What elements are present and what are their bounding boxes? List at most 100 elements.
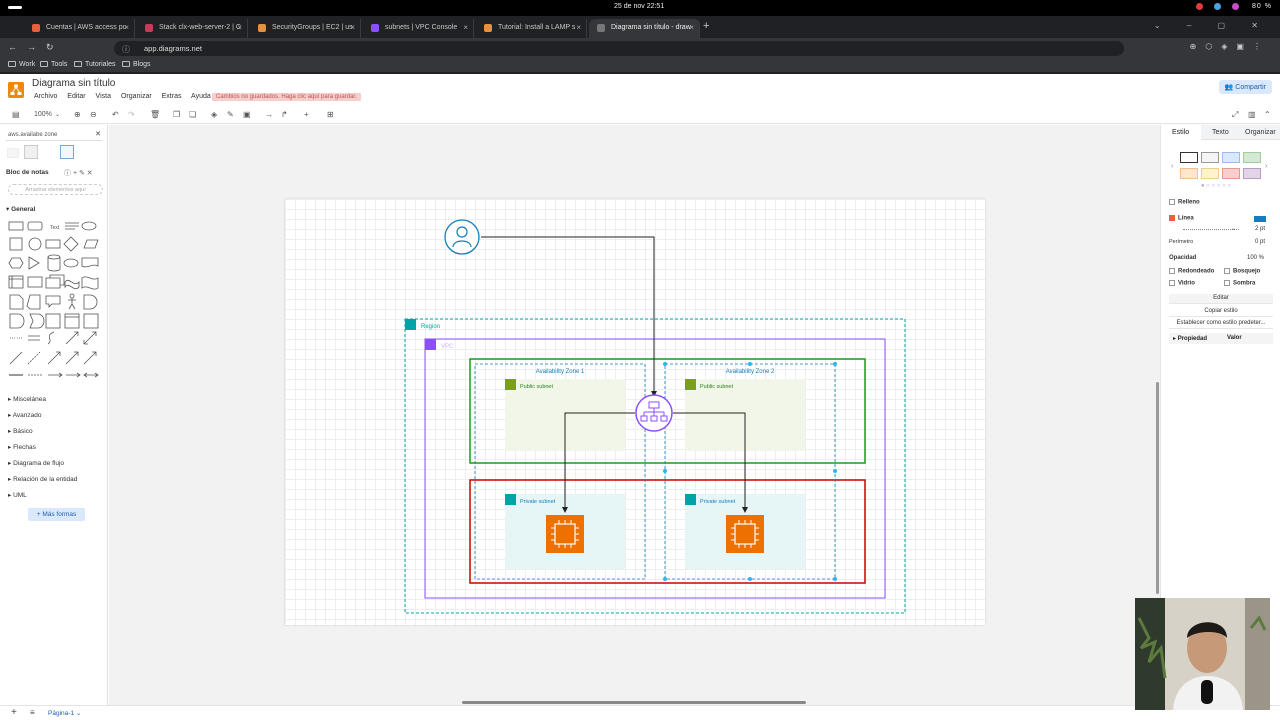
style-swatch[interactable] <box>1201 152 1219 163</box>
bookmark-folder[interactable]: Work <box>8 61 35 68</box>
sketch-option[interactable]: Bosquejo <box>1224 268 1260 275</box>
scratchpad-dropzone[interactable]: Arrastrar elementos aquí <box>8 184 103 195</box>
activities-button[interactable] <box>8 6 22 9</box>
browser-tab[interactable]: SecurityGroups | EC2 | us × <box>250 19 361 38</box>
page-tab[interactable]: Página-1 ⌄ <box>48 709 81 717</box>
region-group[interactable] <box>404 318 906 614</box>
copy-style-button[interactable]: Copiar estilo <box>1169 307 1273 317</box>
fullscreen-icon[interactable]: ⤢ <box>1232 110 1238 120</box>
browser-tab[interactable]: subnets | VPC Console × <box>363 19 474 38</box>
tab-text[interactable]: Texto <box>1212 129 1229 136</box>
style-swatch[interactable] <box>1243 168 1261 179</box>
line-width-input[interactable]: 2 pt <box>1255 226 1265 232</box>
undo-icon[interactable]: ↶ <box>112 110 119 119</box>
to-front-icon[interactable]: ❐ <box>173 110 180 119</box>
window-controls[interactable]: ⌄ – ▢ ✕ <box>1154 21 1270 30</box>
close-tab-icon[interactable]: × <box>124 23 129 32</box>
shadow-icon[interactable]: ▣ <box>243 110 251 119</box>
category-flowchart[interactable]: ▸ Diagrama de flujo <box>8 459 64 467</box>
close-tab-icon[interactable]: × <box>689 23 694 32</box>
style-swatch[interactable] <box>1222 152 1240 163</box>
style-swatch[interactable] <box>1180 152 1198 163</box>
add-page-icon[interactable]: + <box>11 707 17 718</box>
horizontal-scrollbar[interactable] <box>462 701 806 704</box>
unsaved-changes-notice[interactable]: Cambios no guardados. Haga clic aquí par… <box>212 93 361 101</box>
menu-file[interactable]: Archivo <box>34 93 57 100</box>
diagram-drawing[interactable]: Region VPC Availability Zone 1 Availabil… <box>285 199 985 625</box>
connectors[interactable] <box>481 236 746 511</box>
browser-tab[interactable]: Cuentas | AWS access po × <box>24 19 135 38</box>
new-tab-button[interactable]: + <box>703 20 709 32</box>
properties-header[interactable]: ▸ Propiedad Valor <box>1169 333 1273 344</box>
menu-view[interactable]: Vista <box>96 93 111 100</box>
search-result-shape[interactable] <box>7 148 19 158</box>
chevron-down-icon[interactable]: ⌄ <box>55 111 60 118</box>
menu-help[interactable]: Ayuda <box>191 93 211 100</box>
more-shapes-button[interactable]: + Más formas <box>28 508 85 521</box>
table-icon[interactable]: ⊞ <box>327 110 334 119</box>
zoom-out-icon[interactable]: ⊖ <box>90 110 97 119</box>
category-er[interactable]: ▸ Relación de la entidad <box>8 475 77 483</box>
category-uml[interactable]: ▸ UML <box>8 491 27 499</box>
user-icon[interactable] <box>444 219 480 255</box>
zoom-select[interactable]: 100% <box>34 111 52 118</box>
redo-icon[interactable]: ↷ <box>128 110 135 119</box>
edit-style-button[interactable]: Editar <box>1169 294 1273 304</box>
document-title[interactable]: Diagrama sin título <box>32 78 115 89</box>
category-advanced[interactable]: ▸ Avanzado <box>8 411 42 419</box>
bookmark-folder[interactable]: Tools <box>40 61 67 68</box>
search-result-shape[interactable] <box>24 145 38 159</box>
browser-tab-active[interactable]: Diagrama sin título - draw × <box>589 19 700 38</box>
general-shapes-grid[interactable]: Text <box>8 218 100 380</box>
waypoints-icon[interactable]: ↱ <box>281 110 288 119</box>
opacity-input[interactable]: 100 % <box>1247 255 1264 261</box>
format-panel-toggle-icon[interactable]: ▤ <box>12 110 20 119</box>
tab-style[interactable]: Estilo <box>1172 129 1189 136</box>
set-default-style-button[interactable]: Establecer como estilo predeter... <box>1169 319 1273 329</box>
shape-search-input[interactable]: aws.availabe zone ✕ <box>6 130 102 141</box>
swatch-pager-dots[interactable]: ● ○ ○ ○ ○ ○ <box>1201 183 1231 189</box>
line-option[interactable]: Línea <box>1169 215 1194 222</box>
shadow-checkbox[interactable] <box>1224 280 1230 286</box>
scratchpad-header[interactable]: Bloc de notas <box>6 169 49 176</box>
bookmark-folder[interactable]: Blogs <box>122 61 151 68</box>
extensions-icons[interactable]: ⊕⬡◈▣⋮ <box>1190 42 1270 51</box>
browser-tab[interactable]: Stack clx-web-server-2 | C × <box>137 19 248 38</box>
search-result-shape[interactable] <box>60 145 74 159</box>
fill-checkbox[interactable] <box>1169 199 1175 205</box>
chevron-down-icon[interactable]: ⌄ <box>1231 225 1236 232</box>
vpc-group[interactable] <box>424 338 886 599</box>
category-arrows[interactable]: ▸ Flechas <box>8 443 36 451</box>
rounded-option[interactable]: Redondeado <box>1169 268 1214 275</box>
bookmark-folder[interactable]: Tutoriales <box>74 61 115 68</box>
glass-checkbox[interactable] <box>1169 280 1175 286</box>
style-swatch[interactable] <box>1243 152 1261 163</box>
ec2-instance-icon[interactable] <box>546 515 584 553</box>
share-button[interactable]: 👥 Compartir <box>1218 80 1272 94</box>
rounded-checkbox[interactable] <box>1169 268 1175 274</box>
close-tab-icon[interactable]: × <box>463 23 468 32</box>
collapse-icon[interactable]: ⌃ <box>1264 110 1271 119</box>
pages-menu-icon[interactable]: ≡ <box>30 708 35 717</box>
category-basic[interactable]: ▸ Básico <box>8 427 33 435</box>
system-tray[interactable]: 80 % <box>1188 3 1272 10</box>
category-misc[interactable]: ▸ Miscelánea <box>8 395 46 403</box>
menu-extras[interactable]: Extras <box>162 93 182 100</box>
load-balancer-icon[interactable] <box>635 394 673 432</box>
to-back-icon[interactable]: ❏ <box>189 110 196 119</box>
tab-arrange[interactable]: Organizar <box>1245 129 1276 136</box>
line-checkbox[interactable] <box>1169 215 1175 221</box>
navigation-buttons[interactable]: ←→↻ <box>8 42 64 53</box>
menu-edit[interactable]: Editar <box>67 93 85 100</box>
insert-icon[interactable]: + <box>304 110 309 119</box>
ec2-instance-icon[interactable] <box>726 515 764 553</box>
chevron-left-icon[interactable]: ‹ <box>1171 163 1173 170</box>
shadow-option[interactable]: Sombra <box>1224 280 1255 287</box>
scratchpad-actions-icons[interactable]: ⓘ + ✎ ✕ <box>64 168 93 178</box>
sketch-checkbox[interactable] <box>1224 268 1230 274</box>
zoom-in-icon[interactable]: ⊕ <box>74 110 81 119</box>
close-tab-icon[interactable]: × <box>576 23 581 32</box>
close-tab-icon[interactable]: × <box>350 23 355 32</box>
general-header[interactable]: ▾ General <box>6 205 35 213</box>
clear-search-icon[interactable]: ✕ <box>95 130 101 138</box>
